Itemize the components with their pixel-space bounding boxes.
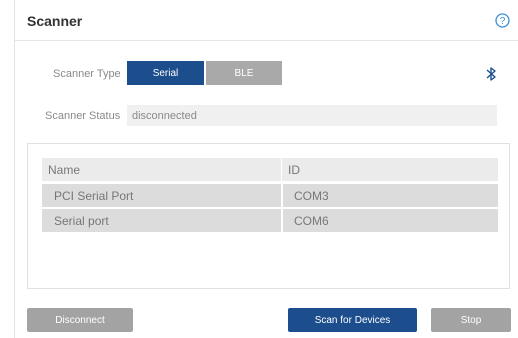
device-id-cell: COM3 [294,189,329,203]
scanner-type-serial-button[interactable]: Serial [127,61,204,85]
column-divider [281,184,283,207]
device-name-cell: Serial port [54,214,109,228]
stop-button[interactable]: Stop [431,308,511,332]
page-title: Scanner [27,13,83,29]
scan-for-devices-button[interactable]: Scan for Devices [288,308,417,332]
scanner-panel: Scanner ? Scanner Type Serial BLE Scanne… [14,0,518,338]
column-divider [281,209,283,232]
disconnect-button[interactable]: Disconnect [27,308,133,332]
scanner-type-ble-button[interactable]: BLE [206,61,282,85]
scanner-status-field: disconnected [127,105,497,126]
svg-text:?: ? [500,16,506,27]
table-row[interactable]: Serial port COM6 [42,209,498,232]
device-id-cell: COM6 [294,214,329,228]
scanner-status-value: disconnected [132,109,197,122]
panel-header: Scanner ? [15,0,518,41]
device-name-cell: PCI Serial Port [54,189,134,203]
bluetooth-icon [485,66,497,82]
help-circle-icon[interactable]: ? [495,13,510,28]
scanner-type-label: Scanner Type [53,68,121,80]
column-header-name: Name [48,163,81,177]
table-row[interactable]: PCI Serial Port COM3 [42,184,498,207]
devices-table: Name ID PCI Serial Port COM3 Serial port… [27,143,510,289]
scanner-status-label: Scanner Status [45,110,121,122]
column-divider [281,158,282,181]
column-header-id: ID [288,163,300,177]
table-header: Name ID [42,158,498,181]
